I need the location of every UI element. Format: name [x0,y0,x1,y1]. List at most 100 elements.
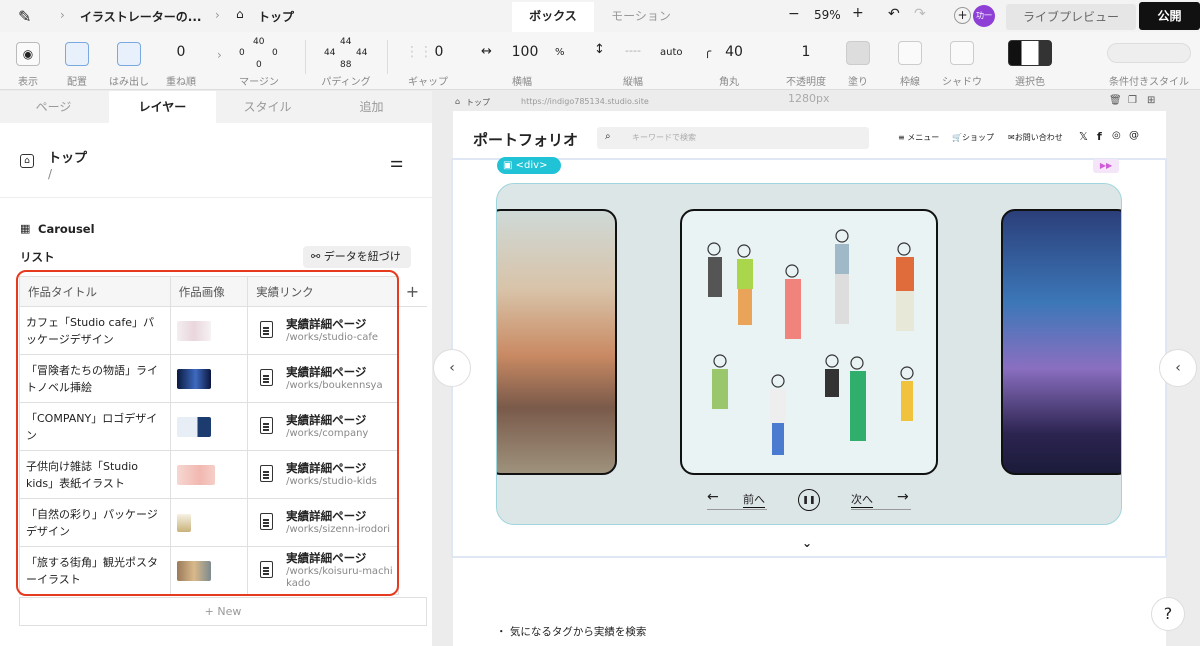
highlight-outline [16,270,399,596]
divider [305,40,306,74]
menu-label: メニュー [907,133,940,142]
search-input[interactable]: ⌕ キーワードで検索 [597,127,869,149]
carousel-slide-image[interactable] [1001,209,1121,475]
zorder-value[interactable]: 0 [177,44,186,60]
tab-layer[interactable]: レイヤー [109,91,216,123]
duplicate-icon[interactable]: ❐ [1128,95,1137,106]
breadcrumb-site[interactable]: イラストレーターの... [80,8,201,25]
contact-link[interactable]: ✉お問い合わせ [1008,132,1063,143]
facebook-icon[interactable]: f [1097,130,1102,143]
divider [851,509,911,510]
arrow-right-icon[interactable]: → [897,489,909,505]
arrow-left-icon[interactable]: ← [707,489,719,505]
tab-box[interactable]: ボックス [512,2,594,32]
radius-value[interactable]: 40 [725,44,743,60]
eye-icon[interactable]: ◉ [16,42,40,66]
canvas-page-tab[interactable]: トップ [466,97,490,108]
opacity-value[interactable]: 1 [802,44,811,60]
tab-add[interactable]: 追加 [318,91,425,123]
breadcrumb-page[interactable]: トップ [258,8,294,25]
div-icon: ▣ [503,160,516,171]
carousel-next-arrow[interactable]: ‹ [1159,349,1197,387]
divider [707,509,767,510]
conditional-style-toggle[interactable] [1107,43,1191,63]
carousel-slide-image[interactable] [680,209,938,475]
new-row-button[interactable]: + New [19,597,427,626]
height-value[interactable]: ---- [625,44,641,57]
grid-icon: ▦ [20,222,31,235]
live-preview-button[interactable]: ライブプレビュー [1006,4,1136,30]
border-swatch[interactable] [898,41,922,65]
margin-top-value[interactable]: 40 [253,37,264,47]
overflow-icon[interactable] [117,42,141,66]
threads-icon[interactable]: @ [1129,130,1139,141]
bind-data-button[interactable]: ⚯ データを紐づけ [303,246,411,268]
chevron-down-icon[interactable]: ⌄ [802,536,812,550]
carousel: ← 前へ ❚❚ 次へ → [496,183,1122,525]
panel-tabs: ページ レイヤー スタイル 追加 [0,91,432,123]
undo-icon[interactable]: ↶ [888,6,900,22]
placement-label: 配置 [67,77,87,88]
display-label: 表示 [18,77,38,88]
radius-label: 角丸 [719,77,739,88]
site-logo[interactable]: ポートフォリオ [473,129,578,150]
pen-icon[interactable]: ✎ [18,7,31,26]
add-column-button[interactable]: + [397,276,428,307]
x-icon[interactable]: 𝕏 [1079,130,1088,143]
pause-button[interactable]: ❚❚ [798,489,820,511]
zoom-in-button[interactable]: + [852,5,864,21]
placement-icon[interactable] [65,42,89,66]
help-button[interactable]: ? [1151,597,1185,631]
redo-icon[interactable]: ↷ [914,6,926,22]
tab-style[interactable]: スタイル [214,91,321,123]
width-unit[interactable]: % [555,47,565,58]
carousel-slide-image[interactable] [497,209,617,475]
carousel-prev-arrow[interactable]: ‹ [433,349,471,387]
padding-bottom-value[interactable]: 88 [340,60,351,70]
shadow-swatch[interactable] [950,41,974,65]
zoom-out-button[interactable]: − [788,6,800,22]
component-name: Carousel [38,222,95,236]
div-tag-label: <div> [515,160,548,171]
height-unit[interactable]: auto [660,47,683,58]
overflow-label: はみ出し [109,77,149,88]
tab-motion[interactable]: モーション [594,2,688,32]
add-collaborator-button[interactable]: + [954,7,971,24]
home-icon: ⌂ [455,97,461,106]
selected-color-label: 選択色 [1015,77,1045,88]
padding-left-value[interactable]: 44 [324,48,335,58]
publish-button[interactable]: 公開 [1139,2,1200,30]
width-value[interactable]: 100 [512,44,539,60]
settings-sliders-icon[interactable]: ⚌ [390,153,403,171]
tab-page[interactable]: ページ [0,91,107,123]
page-preview: ポートフォリオ ⌕ キーワードで検索 ≡ メニュー 🛒ショップ ✉お問い合わせ … [451,111,1167,646]
prev-button[interactable]: 前へ [743,491,765,508]
height-label: 縦幅 [623,77,643,88]
menu-link[interactable]: ≡ メニュー [898,132,939,143]
margin-left-value[interactable]: 0 [239,48,245,58]
margin-right-value[interactable]: 0 [272,48,278,58]
margin-bottom-value[interactable]: 0 [256,60,262,70]
instagram-icon[interactable]: ◎ [1112,130,1121,141]
home-icon: ⌂ [236,7,244,21]
trash-icon[interactable]: 🗑 [1109,95,1122,106]
padding-top-value[interactable]: 44 [340,37,351,47]
opacity-label: 不透明度 [786,77,826,88]
selected-color-swatch[interactable] [1008,40,1052,66]
divider [0,197,432,198]
gap-label: ギャップ [408,77,448,88]
next-button[interactable]: 次へ [851,491,873,508]
fill-swatch[interactable] [846,41,870,65]
add-page-icon[interactable]: ⊞ [1147,95,1155,106]
avatar[interactable]: 功一 [973,5,995,27]
padding-right-value[interactable]: 44 [356,48,367,58]
div-tag-badge[interactable]: ▣ <div> [497,157,561,174]
divider [387,40,388,74]
shop-label: ショップ [961,133,994,142]
top-bar: ✎ › イラストレーターの... › ⌂ トップ ボックス モーション − 59… [0,0,1200,32]
gap-value[interactable]: 0 [435,44,444,60]
contact-label: お問い合わせ [1014,133,1063,142]
motion-icon[interactable]: ▶▶ [1093,159,1119,173]
shop-link[interactable]: 🛒ショップ [952,132,994,143]
style-toolbar: ◉ 表示 配置 はみ出し 0 重ね順 › 40 0 0 0 マージン 44 44… [0,32,1200,90]
